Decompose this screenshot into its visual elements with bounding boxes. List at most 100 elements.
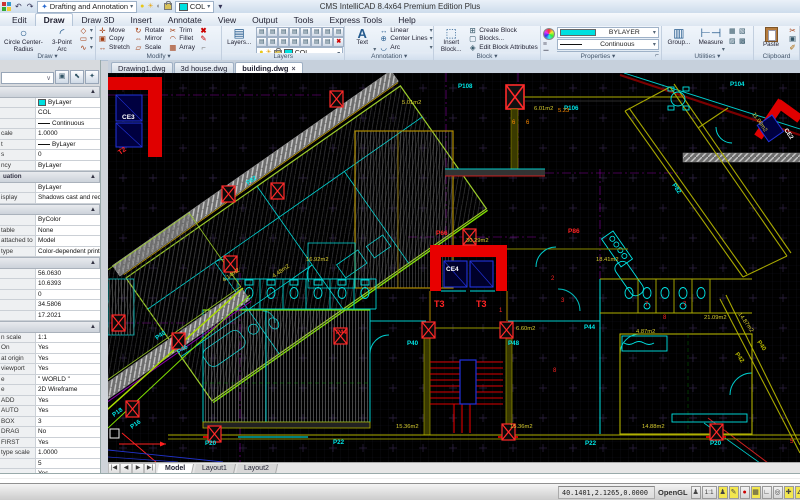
palette-row[interactable]: t ByLayer (0, 139, 100, 150)
layer-tool-button[interactable]: ▤ (267, 37, 279, 47)
redo-button[interactable]: ↷ (26, 2, 35, 11)
layer-quick-dropdown[interactable]: COL ▾ (174, 0, 215, 13)
layer-tool-button[interactable]: ▤ (278, 27, 290, 37)
match-properties-button[interactable]: ✐ (788, 43, 797, 52)
linetype-icon[interactable]: ≡ (543, 41, 555, 48)
arc-button[interactable]: ◡ Arc ▾ (379, 43, 432, 52)
delete-layer-button[interactable]: ✖ (333, 37, 345, 47)
app-icon[interactable] (2, 2, 11, 11)
layer-thaw-icon[interactable]: ☀ (147, 3, 153, 11)
document-tab-building-dwg[interactable]: building.dwg × (235, 62, 303, 73)
panel-caption-utilities[interactable]: Utilities ▾ (661, 52, 753, 60)
panel-caption-draw[interactable]: Draw ▾ (0, 52, 95, 60)
palette-row[interactable]: e 2D Wireframe (0, 385, 100, 396)
layer-tool-button[interactable]: ▤ (278, 37, 290, 47)
ribbon-tab-output[interactable]: Output (244, 14, 286, 26)
layer-tool-button[interactable]: ▤ (289, 27, 301, 37)
palette-row[interactable]: On Yes (0, 343, 100, 354)
layers-button[interactable]: ▤ Layers... (224, 27, 254, 47)
ribbon-tab-help[interactable]: Help (390, 14, 423, 26)
join-button[interactable]: ⌐ (199, 43, 208, 52)
create-block-button[interactable]: ⊞ Create Block (468, 26, 538, 35)
drawing-canvas[interactable]: P108 P106 P104 P82 P82 P44 P40 P48 P20 P22 P20 P22 P… (108, 73, 800, 462)
panel-caption-annotation[interactable]: Annotation ▾ (345, 52, 434, 60)
palette-row[interactable]: 5 (0, 458, 100, 469)
palette-row[interactable]: isplay Shadows cast and rec... (0, 193, 100, 204)
palette-row[interactable]: DRAG No (0, 427, 100, 438)
esnap-icon[interactable]: ✚ (783, 486, 794, 499)
layer-tool-button[interactable]: ▤ (256, 27, 268, 37)
panel-caption-block[interactable]: Block ▾ (434, 52, 540, 60)
panel-caption-modify[interactable]: Modify ▾ (95, 52, 222, 60)
ribbon-tab-draw[interactable]: Draw (34, 13, 74, 26)
group-button[interactable]: ▥ Group... (664, 27, 694, 47)
etrack-icon[interactable]: ∠ (794, 486, 800, 499)
palette-row[interactable]: ByLayer (0, 97, 100, 108)
scale-button[interactable]: ▱ Scale (134, 43, 164, 52)
tab-layout2[interactable]: Layout2 (236, 463, 279, 474)
palette-row[interactable]: ncy ByLayer (0, 160, 100, 171)
selection-dropdown[interactable]: ∨ (1, 72, 54, 84)
palette-row[interactable]: 34.5806 (0, 300, 100, 311)
color-dropdown[interactable]: BYLAYER ▾ (556, 27, 659, 38)
layer-tool-button[interactable]: ▤ (311, 37, 323, 47)
select-tool[interactable]: ▦ (728, 27, 737, 36)
palette-row[interactable]: 56.0630 (0, 268, 100, 279)
three-point-arc-button[interactable]: ◜ 3-Point Arc (47, 27, 77, 53)
color-wheel-icon[interactable] (542, 28, 555, 40)
palette-row[interactable]: 10.6393 (0, 279, 100, 290)
layer-tool-button[interactable]: ▤ (333, 27, 345, 37)
panel-caption-layers[interactable]: Layers (222, 53, 345, 60)
list-tool[interactable]: ▩ (738, 37, 747, 46)
center-lines-button[interactable]: ⊕ Center Lines ▾ (379, 34, 433, 43)
layer-tool-button[interactable]: ▤ (300, 27, 312, 37)
insert-block-button[interactable]: ⬚ Insert Block... (436, 27, 466, 53)
palette-row[interactable]: viewport Yes (0, 364, 100, 375)
palette-section-header[interactable]: ▲ (0, 86, 100, 98)
ribbon-tab-insert[interactable]: Insert (123, 14, 160, 26)
polyline-tool-button[interactable]: ∿ ▾ (79, 43, 93, 52)
undo-button[interactable]: ↶ (14, 2, 23, 11)
document-tab-3d-house-dwg[interactable]: 3d house.dwg (173, 62, 235, 73)
calc-tool[interactable]: ▨ (728, 37, 737, 46)
quick-select-tool[interactable]: ▧ (738, 27, 747, 36)
layer-tool-button[interactable]: ▤ (300, 37, 312, 47)
blocks--button[interactable]: ▢ Blocks... (468, 34, 538, 43)
ribbon-tab-express-tools[interactable]: Express Tools (321, 14, 390, 26)
document-tab-drawing1-dwg[interactable]: Drawing1.dwg (111, 62, 173, 73)
palette-row[interactable]: ByColor (0, 215, 100, 226)
palette-row[interactable]: Continuous (0, 118, 100, 129)
panel-caption-clipboard[interactable]: Clipboard (754, 53, 799, 60)
ribbon-tab-tools[interactable]: Tools (286, 14, 322, 26)
circle-center-radius-button[interactable]: ○ Circle Center-Radius (2, 27, 45, 53)
ribbon-tab-edit[interactable]: Edit (4, 14, 35, 26)
tab-layout1[interactable]: Layout1 (194, 463, 237, 474)
tab-model[interactable]: Model (156, 463, 195, 474)
paste-button[interactable]: Paste (756, 27, 786, 49)
layer-on-icon[interactable]: ● (140, 3, 144, 11)
palette-row[interactable]: type scale 1.0000 (0, 448, 100, 459)
layer-tool-button[interactable]: ▤ (289, 37, 301, 47)
edit-block-attributes-button[interactable]: ◈ Edit Block Attributes (468, 43, 538, 52)
palette-row[interactable]: table None (0, 225, 100, 236)
layer-tool-button[interactable]: ▤ (267, 27, 279, 37)
panel-caption-properties[interactable]: Properties ▾ ⌐ (540, 52, 661, 60)
palette-section-header[interactable]: ▲ (0, 321, 100, 333)
annotation-scale-icon[interactable]: ♟ (690, 486, 701, 499)
palette-row[interactable]: 0 (0, 289, 100, 300)
palette-row[interactable]: at origin Yes (0, 353, 100, 364)
palette-row[interactable]: COL (0, 108, 100, 119)
palette-row[interactable]: ADD Yes (0, 395, 100, 406)
lock-icon[interactable] (163, 1, 172, 10)
linetype-dropdown[interactable]: Continuous ▾ (556, 39, 659, 50)
layer-tool-button[interactable]: ▤ (322, 27, 334, 37)
palette-section-header[interactable]: uation ▲ (0, 171, 100, 183)
array-button[interactable]: ▦ Array (168, 43, 195, 52)
palette-row[interactable]: ByLayer (0, 182, 100, 193)
polar-icon[interactable]: ◎ (772, 486, 783, 499)
palette-row[interactable]: typeColor-dependent print ... (0, 246, 100, 257)
layer-tool-button[interactable]: ▤ (322, 37, 334, 47)
record-icon[interactable]: ● (739, 486, 750, 499)
measure-button[interactable]: ⊢⊣ Measure ▾ (696, 27, 726, 53)
select-objects-button[interactable]: ⬉ (70, 70, 84, 84)
